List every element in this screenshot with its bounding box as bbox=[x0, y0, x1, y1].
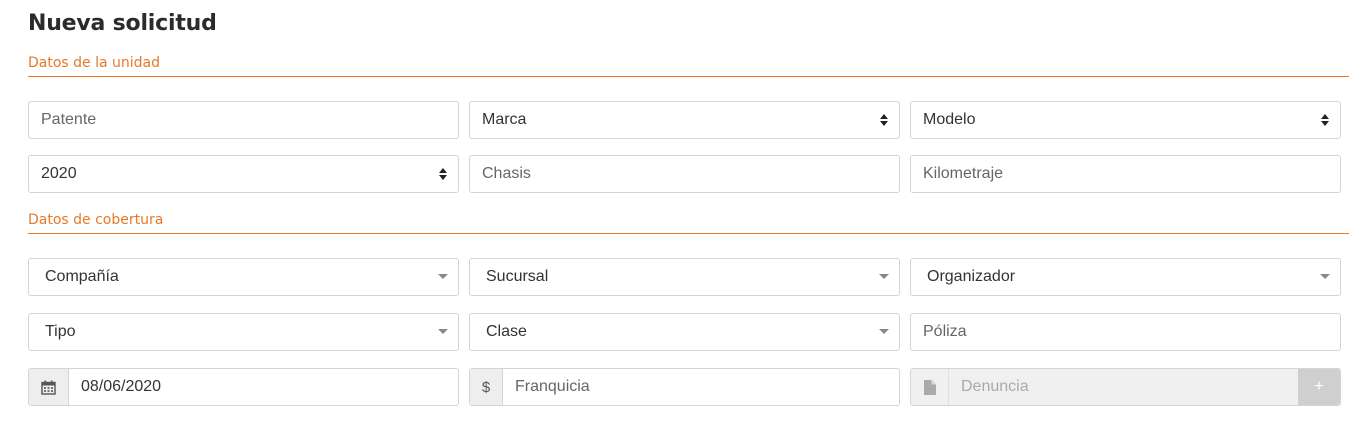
caret-down-icon bbox=[1320, 274, 1330, 280]
calendar-icon[interactable] bbox=[29, 369, 69, 405]
anio-select-value: 2020 bbox=[41, 165, 77, 182]
modelo-select[interactable]: Modelo bbox=[910, 101, 1341, 139]
compania-select-value: Compañía bbox=[45, 268, 119, 285]
patente-input[interactable]: Patente bbox=[28, 101, 459, 139]
modelo-select-value: Modelo bbox=[923, 111, 976, 128]
compania-select[interactable]: Compañía bbox=[28, 258, 459, 296]
fecha-value: 08/06/2020 bbox=[81, 378, 162, 395]
section-divider-unidad bbox=[28, 76, 1349, 77]
currency-addon: $ bbox=[470, 369, 503, 405]
caret-down-icon bbox=[438, 274, 448, 280]
caret-down-icon bbox=[879, 329, 889, 335]
sort-arrows-icon bbox=[879, 113, 889, 127]
patente-placeholder: Patente bbox=[41, 111, 97, 128]
sucursal-select-value: Sucursal bbox=[486, 268, 549, 285]
franquicia-placeholder: Franquicia bbox=[515, 378, 590, 395]
section-title-cobertura: Datos de cobertura bbox=[28, 212, 164, 228]
section-title-unidad: Datos de la unidad bbox=[28, 55, 161, 71]
denuncia-placeholder: Denuncia bbox=[961, 378, 1029, 395]
fecha-input-group[interactable]: 08/06/2020 bbox=[28, 368, 459, 406]
add-denuncia-button[interactable]: + bbox=[1298, 369, 1340, 405]
clase-select[interactable]: Clase bbox=[469, 313, 900, 351]
kilometraje-input[interactable]: Kilometraje bbox=[910, 155, 1341, 193]
sort-arrows-icon bbox=[438, 167, 448, 181]
chasis-input[interactable]: Chasis bbox=[469, 155, 900, 193]
poliza-placeholder: Póliza bbox=[923, 323, 967, 340]
anio-select[interactable]: 2020 bbox=[28, 155, 459, 193]
caret-down-icon bbox=[879, 274, 889, 280]
sucursal-select[interactable]: Sucursal bbox=[469, 258, 900, 296]
marca-select-value: Marca bbox=[482, 111, 527, 128]
denuncia-input-group[interactable]: Denuncia + bbox=[910, 368, 1341, 406]
tipo-select-value: Tipo bbox=[45, 323, 76, 340]
franquicia-input-group[interactable]: $ Franquicia bbox=[469, 368, 900, 406]
clase-select-value: Clase bbox=[486, 323, 527, 340]
sort-arrows-icon bbox=[1320, 113, 1330, 127]
kilometraje-placeholder: Kilometraje bbox=[923, 165, 1004, 182]
chasis-placeholder: Chasis bbox=[482, 165, 531, 182]
caret-down-icon bbox=[438, 329, 448, 335]
tipo-select[interactable]: Tipo bbox=[28, 313, 459, 351]
page-title: Nueva solicitud bbox=[28, 11, 217, 36]
marca-select[interactable]: Marca bbox=[469, 101, 900, 139]
organizador-select[interactable]: Organizador bbox=[910, 258, 1341, 296]
organizador-select-value: Organizador bbox=[927, 268, 1016, 285]
section-divider-cobertura bbox=[28, 233, 1349, 234]
file-icon bbox=[911, 369, 949, 405]
poliza-input[interactable]: Póliza bbox=[910, 313, 1341, 351]
